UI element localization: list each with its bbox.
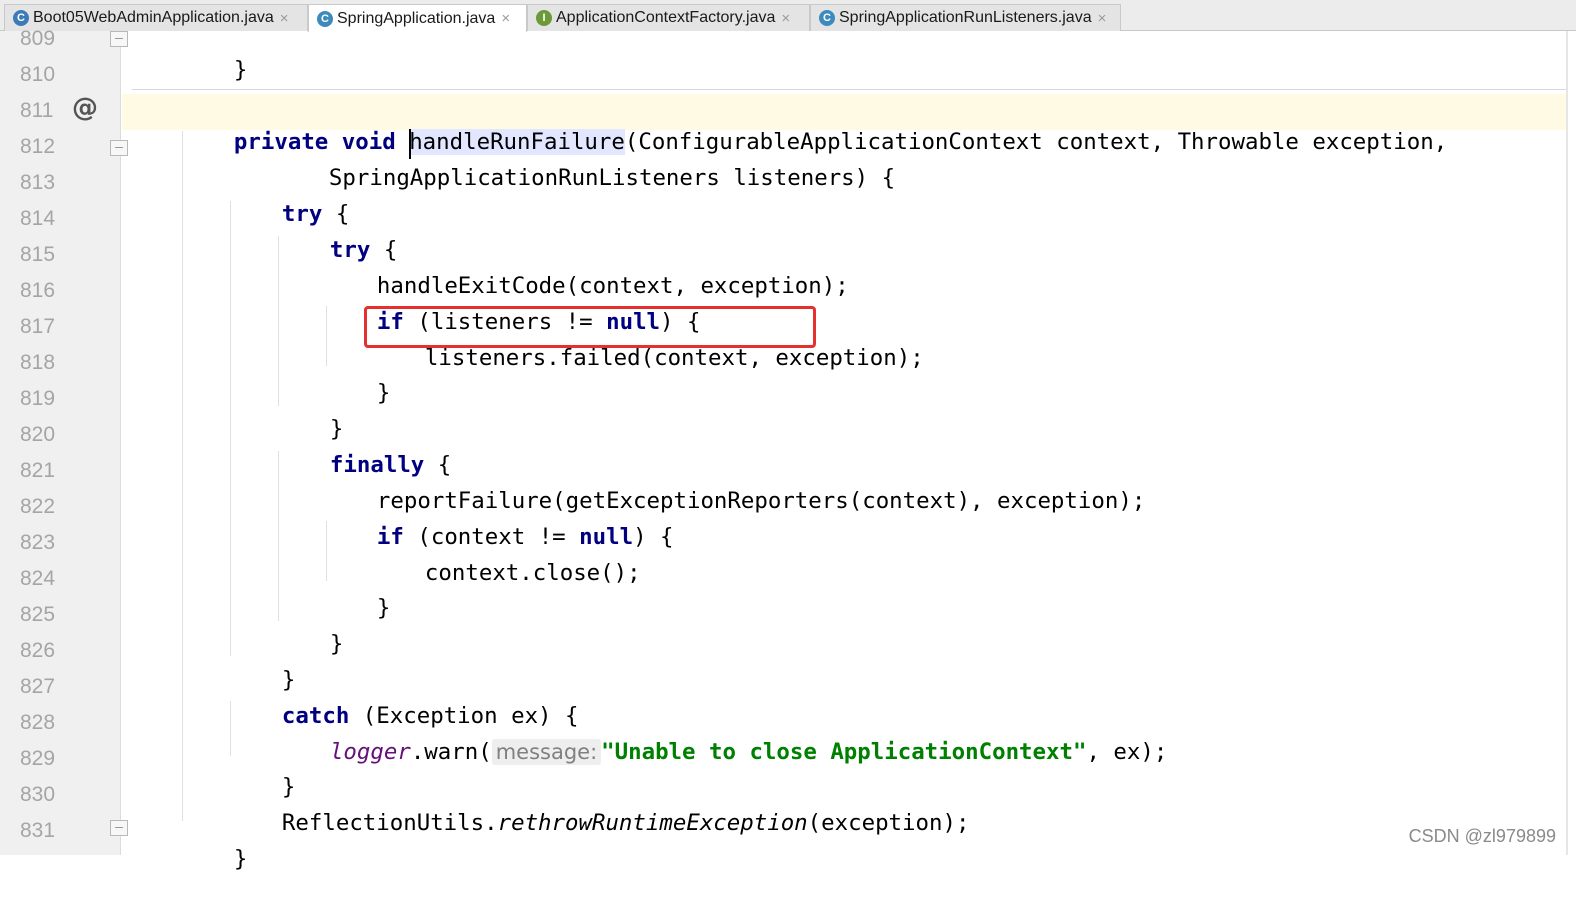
method-params-continued: SpringApplicationRunListeners listeners)… bbox=[328, 165, 896, 191]
line-number: 826 bbox=[20, 639, 56, 662]
line-number: 831 bbox=[20, 819, 56, 842]
class-icon: C bbox=[13, 10, 29, 26]
line-number: 809 bbox=[20, 27, 56, 50]
line-number: 829 bbox=[20, 747, 56, 770]
line-number: 815 bbox=[20, 243, 56, 266]
code-line-831: } bbox=[180, 814, 247, 904]
line-number: 820 bbox=[20, 423, 56, 446]
static-method: rethrowRuntimeException bbox=[497, 810, 808, 836]
closing-brace: } bbox=[329, 631, 344, 657]
tab-applicationcontextfactory[interactable]: I ApplicationContextFactory.java × bbox=[527, 4, 810, 31]
call-end: , ex); bbox=[1086, 739, 1168, 765]
line-number: 816 bbox=[20, 279, 56, 302]
indent-guide bbox=[182, 131, 183, 821]
line-number: 818 bbox=[20, 351, 56, 374]
statement-listeners-failed: listeners.failed(context, exception); bbox=[424, 345, 924, 371]
line-number: 811 bbox=[20, 99, 54, 122]
close-icon[interactable]: × bbox=[781, 10, 790, 27]
statement: context.close(); bbox=[424, 560, 641, 586]
line-number-gutter[interactable]: 809 810 811 812 813 814 815 816 817 818 … bbox=[0, 27, 128, 855]
class-icon: C bbox=[819, 10, 835, 26]
line-number: 823 bbox=[20, 531, 56, 554]
field-logger: logger bbox=[329, 739, 411, 765]
close-icon[interactable]: × bbox=[280, 10, 289, 27]
parameter-hint: message: bbox=[491, 739, 602, 765]
call-end: (exception); bbox=[807, 810, 970, 836]
method-separator bbox=[132, 89, 1566, 90]
close-icon[interactable]: × bbox=[501, 10, 510, 27]
line-number: 814 bbox=[20, 207, 56, 230]
closing-brace: } bbox=[376, 380, 391, 406]
class-icon: C bbox=[317, 10, 333, 27]
highlight-annotation-box bbox=[364, 306, 816, 348]
interface-icon: I bbox=[536, 10, 552, 26]
override-marker-icon[interactable]: @ bbox=[72, 93, 98, 123]
line-number: 822 bbox=[20, 495, 56, 518]
code-line-823: context.close(); bbox=[371, 528, 641, 618]
line-number: 827 bbox=[20, 675, 56, 698]
line-number: 825 bbox=[20, 603, 56, 626]
line-number: 812 bbox=[20, 135, 56, 158]
closing-brace: } bbox=[233, 846, 248, 872]
closing-brace: } bbox=[376, 595, 391, 621]
scrollbar-track[interactable] bbox=[1566, 31, 1568, 855]
tab-springapplication[interactable]: C SpringApplication.java × bbox=[308, 4, 527, 32]
close-icon[interactable]: × bbox=[1098, 10, 1107, 27]
string-literal: "Unable to close ApplicationContext" bbox=[601, 739, 1087, 765]
line-number: 810 bbox=[20, 63, 56, 86]
closing-brace: } bbox=[233, 57, 248, 83]
line-number: 819 bbox=[20, 387, 56, 410]
line-number: 828 bbox=[20, 711, 56, 734]
tab-label: SpringApplication.java bbox=[337, 9, 496, 27]
line-number: 813 bbox=[20, 171, 56, 194]
line-number: 817 bbox=[20, 315, 56, 338]
line-number: 824 bbox=[20, 567, 56, 590]
line-number: 830 bbox=[20, 783, 56, 806]
class-reference: ReflectionUtils. bbox=[281, 810, 498, 836]
indent-guide bbox=[230, 201, 231, 656]
method-call: .warn( bbox=[410, 739, 492, 765]
code-editor[interactable]: } private void handleRunFailure(Configur… bbox=[122, 31, 1576, 872]
tab-label: ApplicationContextFactory.java bbox=[556, 9, 776, 26]
watermark: CSDN @zl979899 bbox=[1408, 826, 1556, 846]
line-number: 821 bbox=[20, 459, 56, 482]
tab-springapplicationrunlisteners[interactable]: C SpringApplicationRunListeners.java × bbox=[810, 4, 1121, 31]
tab-label: SpringApplicationRunListeners.java bbox=[839, 9, 1092, 26]
